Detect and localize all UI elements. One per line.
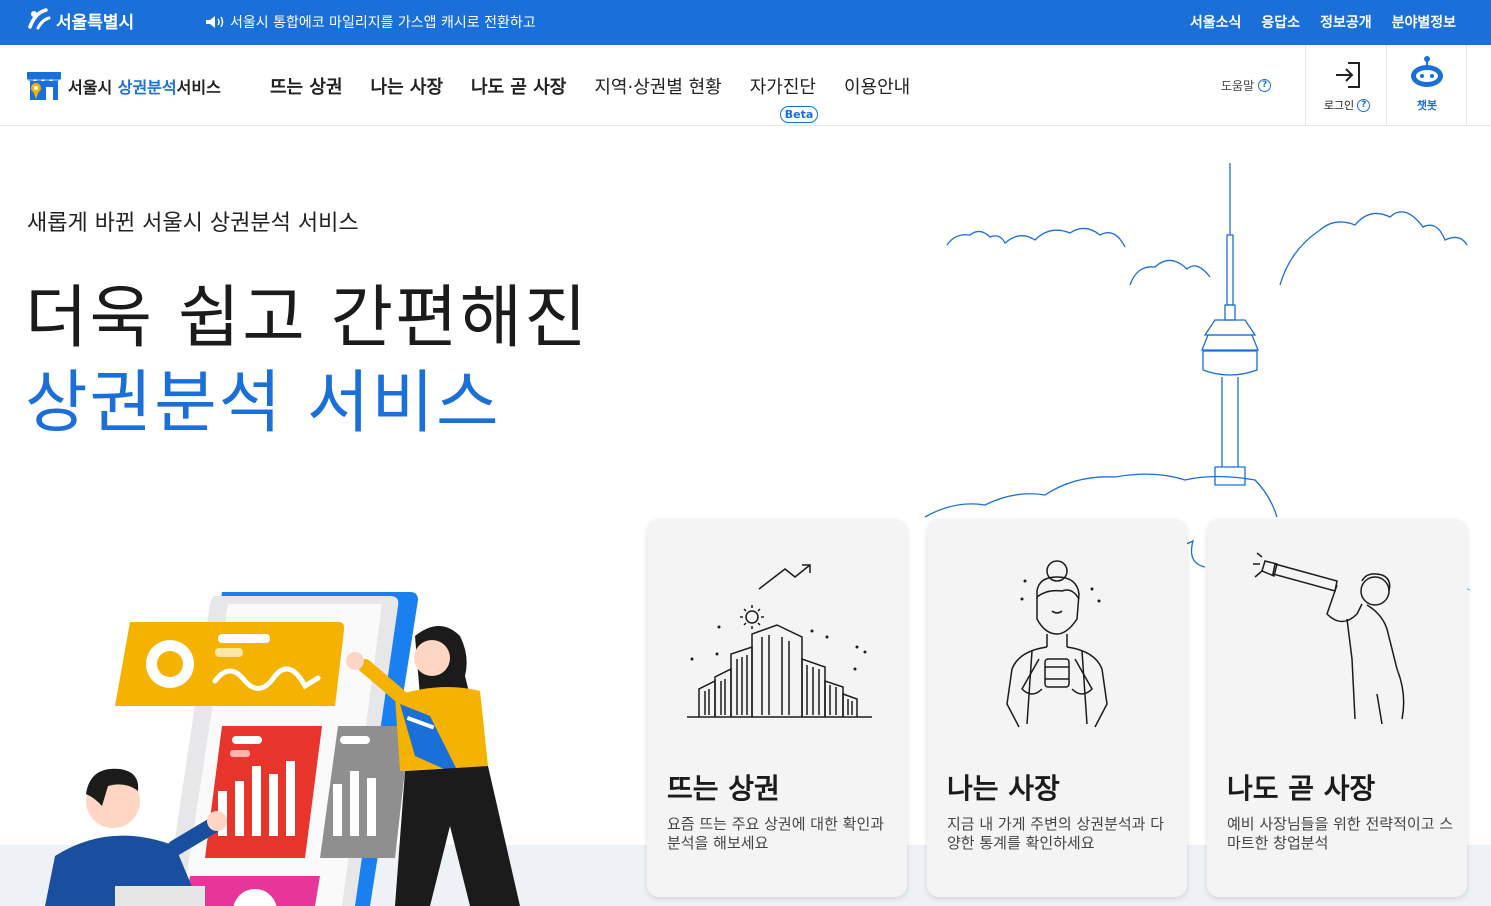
login-button[interactable]: 로그인?: [1305, 45, 1387, 126]
card-hot-districts[interactable]: 뜨는 상권 요즘 뜨는 주요 상권에 대한 확인과 분석을 해보세요: [647, 519, 907, 897]
seoul-logo-icon: [28, 8, 51, 30]
chatbot-robot-icon: [1411, 56, 1443, 87]
hero-people-illustration: [45, 592, 520, 906]
card-description: 지금 내 가게 주변의 상권분석과 다양한 통계를 확인하세요: [947, 815, 1165, 852]
service-logo[interactable]: 서울시 상권분석서비스: [26, 71, 221, 101]
login-label: 로그인: [1323, 99, 1355, 112]
store-logo-icon: [27, 72, 61, 100]
help-label: 도움말: [1221, 79, 1255, 93]
help-question-icon: ?: [1258, 79, 1272, 92]
card-title: 나는 사장: [947, 772, 1060, 805]
hero-title-line2: 상권분석 서비스: [25, 364, 501, 443]
beta-badge: Beta: [779, 106, 819, 123]
main-nav: 뜨는 상권 나는 사장 나도 곧 사장 지역·상권별 현황 자가진단 Beta 이…: [270, 73, 910, 123]
nav-future-owner[interactable]: 나도 곧 사장: [471, 73, 566, 99]
top-link-field-info[interactable]: 분야별정보: [1392, 12, 1456, 32]
owner-with-coffee-icon: [1006, 560, 1108, 728]
nav-self-diagnosis[interactable]: 자가진단 Beta: [749, 73, 819, 123]
login-help-icon[interactable]: ?: [1357, 98, 1371, 112]
speaker-icon: [206, 16, 224, 28]
card-future-owner[interactable]: 나도 곧 사장 예비 사장님들을 위한 전략적이고 스마트한 창업분석: [1207, 519, 1467, 897]
card-description: 예비 사장님들을 위한 전략적이고 스마트한 창업분석: [1227, 815, 1454, 852]
hero-subtitle: 새롭게 바뀐 서울시 상권분석 서비스: [27, 211, 359, 236]
top-links: 서울소식 응답소 정보공개 분야별정보: [1190, 12, 1456, 32]
nav-usage-guide[interactable]: 이용안내: [844, 73, 910, 99]
top-link-news[interactable]: 서울소식: [1190, 12, 1242, 32]
chatbot-button[interactable]: 챗봇: [1387, 45, 1467, 126]
nav-i-am-owner[interactable]: 나는 사장: [371, 73, 444, 99]
city-buildings-icon: [687, 564, 872, 718]
seoul-brand[interactable]: 서울특별시: [26, 7, 134, 33]
logo-text-prefix: 서울시: [68, 78, 118, 97]
nav-region-status[interactable]: 지역·상권별 현황: [594, 73, 721, 99]
chatbot-label: 챗봇: [1416, 99, 1438, 112]
notice-text: 서울시 통합에코 마일리지를 가스앱 캐시로 전환하고: [230, 15, 536, 31]
top-link-info-disclosure[interactable]: 정보공개: [1320, 12, 1372, 32]
logo-text-suffix: 서비스: [176, 78, 221, 97]
main-header: 서울시 상권분석서비스 뜨는 상권 나는 사장 나도 곧 사장 지역·상권별 현…: [0, 45, 1491, 126]
nav-self-diagnosis-label: 자가진단: [749, 77, 816, 98]
nav-hot-districts[interactable]: 뜨는 상권: [270, 73, 343, 99]
top-link-eungdapso[interactable]: 응답소: [1261, 12, 1300, 32]
card-i-am-owner[interactable]: 나는 사장 지금 내 가게 주변의 상권분석과 다양한 통계를 확인하세요: [927, 519, 1187, 897]
top-utility-bar: 서울특별시 서울시 통합에코 마일리지를 가스앱 캐시로 전환하고 서울소식 응…: [0, 0, 1491, 45]
logo-text: 서울시 상권분석서비스: [68, 74, 221, 98]
card-title: 뜨는 상권: [667, 772, 780, 805]
logo-text-highlight: 상권분석: [117, 78, 177, 97]
help-link[interactable]: 도움말 ?: [1221, 77, 1272, 94]
login-icon: [1336, 62, 1360, 88]
person-with-telescope-icon: [1253, 552, 1405, 725]
card-description: 요즘 뜨는 주요 상권에 대한 확인과 분석을 해보세요: [667, 815, 885, 852]
notice-banner[interactable]: 서울시 통합에코 마일리지를 가스앱 캐시로 전환하고: [205, 12, 536, 32]
seoul-brand-text: 서울특별시: [56, 12, 135, 33]
card-title: 나도 곧 사장: [1227, 772, 1376, 805]
